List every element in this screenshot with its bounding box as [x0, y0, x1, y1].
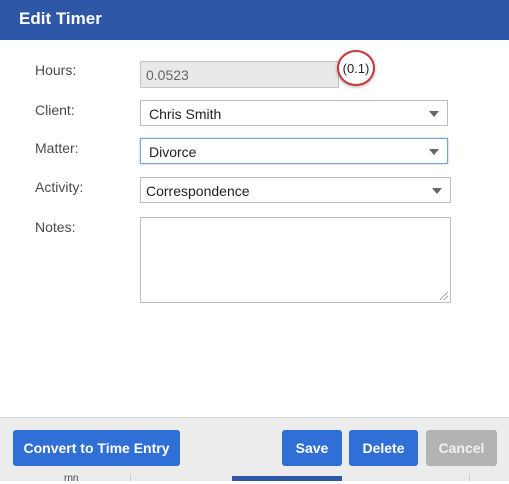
client-value: Chris Smith [149, 106, 222, 122]
background-divider [130, 474, 131, 481]
dialog-footer: Convert to Time Entry Save Delete Cancel [0, 417, 509, 481]
rounded-hours-badge: (0.1) [337, 50, 375, 86]
rounded-hours-value: (0.1) [342, 61, 370, 76]
client-label: Client: [35, 102, 75, 118]
delete-button[interactable]: Delete [349, 430, 418, 466]
dialog-title: Edit Timer [19, 9, 102, 28]
notes-textarea[interactable] [140, 217, 451, 303]
hours-label: Hours: [35, 62, 77, 78]
hours-value: 0.0523 [146, 67, 189, 83]
chevron-down-icon[interactable] [429, 149, 439, 155]
notes-label: Notes: [35, 219, 76, 235]
hours-input[interactable]: 0.0523 [140, 61, 339, 88]
cancel-button: Cancel [426, 430, 497, 466]
activity-label: Activity: [35, 179, 84, 195]
save-button[interactable]: Save [282, 430, 342, 466]
matter-select[interactable]: Divorce [140, 138, 448, 164]
background-divider [469, 474, 470, 481]
activity-select[interactable]: Correspondence [140, 177, 451, 203]
activity-value: Correspondence [146, 183, 250, 199]
matter-value: Divorce [149, 144, 197, 160]
chevron-down-icon[interactable] [429, 111, 439, 117]
background-partial-text: rnn [64, 473, 79, 484]
background-tab-bar [232, 476, 342, 481]
client-select[interactable]: Chris Smith [140, 100, 448, 126]
edit-timer-dialog: Edit Timer Hours: 0.0523 (0.1) Client: C… [0, 0, 509, 484]
convert-to-time-entry-button[interactable]: Convert to Time Entry [13, 430, 180, 466]
matter-label: Matter: [35, 140, 79, 156]
resize-handle-icon[interactable] [440, 292, 448, 300]
dialog-title-bar: Edit Timer [0, 0, 509, 40]
chevron-down-icon[interactable] [432, 188, 442, 194]
